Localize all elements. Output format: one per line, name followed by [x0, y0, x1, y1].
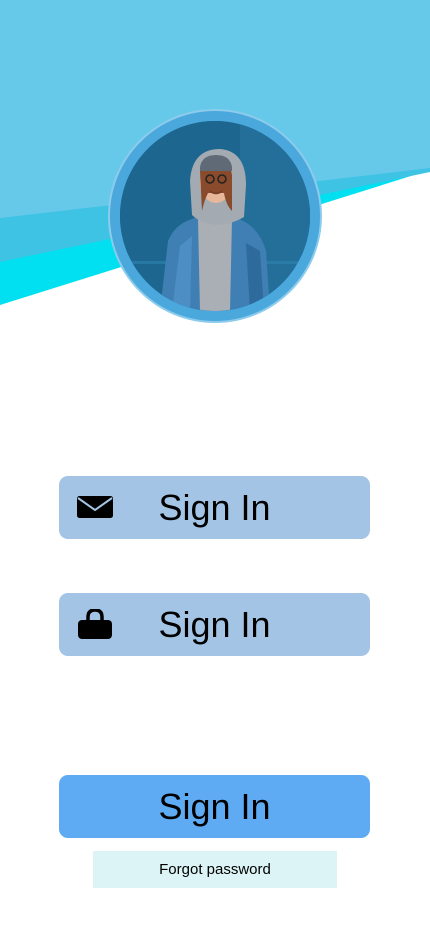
email-field-label: Sign In [158, 487, 271, 528]
profile-avatar [110, 111, 320, 321]
forgot-password-link[interactable]: Forgot password [93, 851, 337, 888]
sign-in-button[interactable]: Sign In [59, 775, 370, 838]
sign-in-button-label: Sign In [158, 786, 271, 827]
profile-photo [120, 121, 310, 311]
password-field-label: Sign In [158, 604, 271, 645]
email-sign-in-field[interactable]: Sign In [59, 476, 370, 539]
password-sign-in-field[interactable]: Sign In [59, 593, 370, 656]
